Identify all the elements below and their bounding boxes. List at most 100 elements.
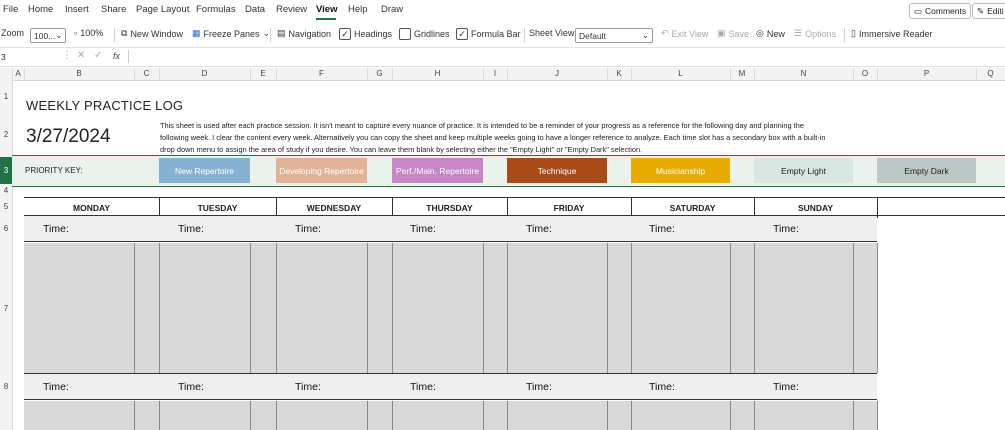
study-area-dropdown-cell[interactable] <box>250 243 276 373</box>
formula-bar-checkbox[interactable]: ✓ Formula Bar <box>456 28 521 40</box>
column-header[interactable]: M <box>730 68 755 80</box>
time-row-border <box>24 399 877 400</box>
key-developing-repertoire[interactable]: Developing Repertoire <box>276 158 367 183</box>
practice-notes-cell[interactable] <box>754 401 854 430</box>
menu-help[interactable]: Help <box>348 4 368 15</box>
study-area-dropdown-cell[interactable] <box>730 401 754 430</box>
practice-notes-cell[interactable] <box>631 243 731 373</box>
menu-data[interactable]: Data <box>245 4 265 15</box>
headings-checkbox[interactable]: ✓ Headings <box>339 28 392 40</box>
column-header[interactable]: E <box>250 68 277 80</box>
practice-notes-cell[interactable] <box>276 243 368 373</box>
study-area-dropdown-cell[interactable] <box>367 401 392 430</box>
menu-review[interactable]: Review <box>276 4 307 15</box>
study-area-dropdown-cell[interactable] <box>367 243 392 373</box>
column-header[interactable]: L <box>631 68 731 80</box>
freeze-panes-label: Freeze Panes <box>203 28 260 39</box>
immersive-reader-button[interactable]: ▯ Immersive Reader <box>851 28 932 39</box>
cancel-icon[interactable]: ✕ <box>77 50 85 61</box>
zoom-100-button[interactable]: ▫ 100% <box>74 28 103 38</box>
row-header[interactable]: 1 <box>0 92 12 106</box>
day-header-thursday: THURSDAY <box>392 197 508 218</box>
practice-notes-cell[interactable] <box>754 243 854 373</box>
navigation-button[interactable]: ▤ Navigation <box>277 28 331 39</box>
practice-notes-cell[interactable] <box>159 401 251 430</box>
function-icon[interactable]: fx <box>113 51 120 61</box>
menu-page-layout[interactable]: Page Layout <box>136 4 189 15</box>
column-header[interactable]: J <box>507 68 608 80</box>
column-header[interactable]: H <box>392 68 484 80</box>
menu-view[interactable]: View <box>316 4 337 15</box>
menu-draw[interactable]: Draw <box>381 4 403 15</box>
new-window-button[interactable]: ⧉ New Window <box>121 28 183 39</box>
checkbox-checked-icon: ✓ <box>456 28 468 40</box>
key-musicianship[interactable]: Musicianship <box>631 158 730 183</box>
zoom-label: Zoom <box>1 28 25 38</box>
column-header[interactable]: Q <box>976 68 1005 80</box>
practice-notes-cell[interactable] <box>392 401 484 430</box>
practice-notes-cell[interactable] <box>392 243 484 373</box>
column-header[interactable]: O <box>853 68 878 80</box>
menu-formulas[interactable]: Formulas <box>196 4 236 15</box>
gridlines-label: Gridlines <box>414 29 450 39</box>
row-header[interactable]: 2 <box>0 130 12 144</box>
column-header[interactable]: F <box>276 68 368 80</box>
study-area-dropdown-cell[interactable] <box>134 401 159 430</box>
freeze-panes-button[interactable]: ▦ Freeze Panes ⌄ <box>192 28 270 39</box>
row-header[interactable]: 6 <box>0 224 12 236</box>
menu-file[interactable]: File <box>3 4 18 15</box>
menu-insert[interactable]: Insert <box>65 4 89 15</box>
row-header[interactable]: 8 <box>0 382 12 394</box>
study-area-dropdown-cell[interactable] <box>853 243 878 373</box>
study-area-dropdown-cell[interactable] <box>483 401 507 430</box>
options-icon: ☰ <box>794 28 803 38</box>
formula-input[interactable] <box>130 49 1000 64</box>
zoom-dropdown[interactable]: 100... ⌄ <box>30 28 66 43</box>
column-header[interactable]: P <box>877 68 977 80</box>
options-button[interactable]: ☰ Options <box>794 28 836 39</box>
column-header[interactable]: K <box>607 68 632 80</box>
menu-share[interactable]: Share <box>101 4 126 15</box>
editing-button[interactable]: ✎ Editi <box>972 3 1005 19</box>
save-view-button[interactable]: ▣ Save <box>717 28 749 39</box>
row-header[interactable]: 5 <box>0 202 12 214</box>
key-empty-light[interactable]: Empty Light <box>754 158 853 183</box>
key-empty-dark[interactable]: Empty Dark <box>877 158 976 183</box>
practice-notes-cell[interactable] <box>507 401 608 430</box>
comments-label: Comments <box>925 6 967 16</box>
column-header[interactable]: I <box>483 68 508 80</box>
study-area-dropdown-cell[interactable] <box>607 401 631 430</box>
practice-notes-cell[interactable] <box>276 401 368 430</box>
column-header[interactable]: N <box>754 68 854 80</box>
study-area-dropdown-cell[interactable] <box>853 401 878 430</box>
practice-notes-cell[interactable] <box>24 243 134 373</box>
enter-icon[interactable]: ✓ <box>94 50 102 61</box>
key-technique[interactable]: Technique <box>507 158 607 183</box>
study-area-dropdown-cell[interactable] <box>730 243 754 373</box>
row-header-selected[interactable]: 3 <box>0 157 12 184</box>
new-view-button[interactable]: ◎ New <box>756 28 785 39</box>
row-header[interactable]: 4 <box>0 186 12 196</box>
sheet-view-dropdown[interactable]: Default ⌄ <box>575 28 653 43</box>
column-header[interactable]: G <box>367 68 393 80</box>
key-perf-main-repertoire[interactable]: Perf./Main. Repertoire <box>392 158 483 183</box>
comments-button[interactable]: ▭ Comments <box>909 3 972 19</box>
study-area-dropdown-cell[interactable] <box>134 243 159 373</box>
exit-view-button[interactable]: ↶ Exit View <box>661 28 708 39</box>
key-new-repertoire[interactable]: New Repertoire <box>159 158 250 183</box>
column-header[interactable]: B <box>24 68 135 80</box>
menu-home[interactable]: Home <box>28 4 53 15</box>
study-area-dropdown-cell[interactable] <box>250 401 276 430</box>
study-area-dropdown-cell[interactable] <box>607 243 631 373</box>
practice-notes-cell[interactable] <box>159 243 251 373</box>
practice-notes-cell[interactable] <box>631 401 731 430</box>
name-box[interactable]: 3 <box>1 52 56 62</box>
row-header[interactable]: 7 <box>0 304 12 316</box>
column-header[interactable]: C <box>134 68 160 80</box>
column-header[interactable]: D <box>159 68 251 80</box>
practice-notes-cell[interactable] <box>507 243 608 373</box>
gridlines-checkbox[interactable]: Gridlines <box>399 28 450 40</box>
checkbox-unchecked-icon <box>399 28 411 40</box>
practice-notes-cell[interactable] <box>24 401 134 430</box>
study-area-dropdown-cell[interactable] <box>483 243 507 373</box>
